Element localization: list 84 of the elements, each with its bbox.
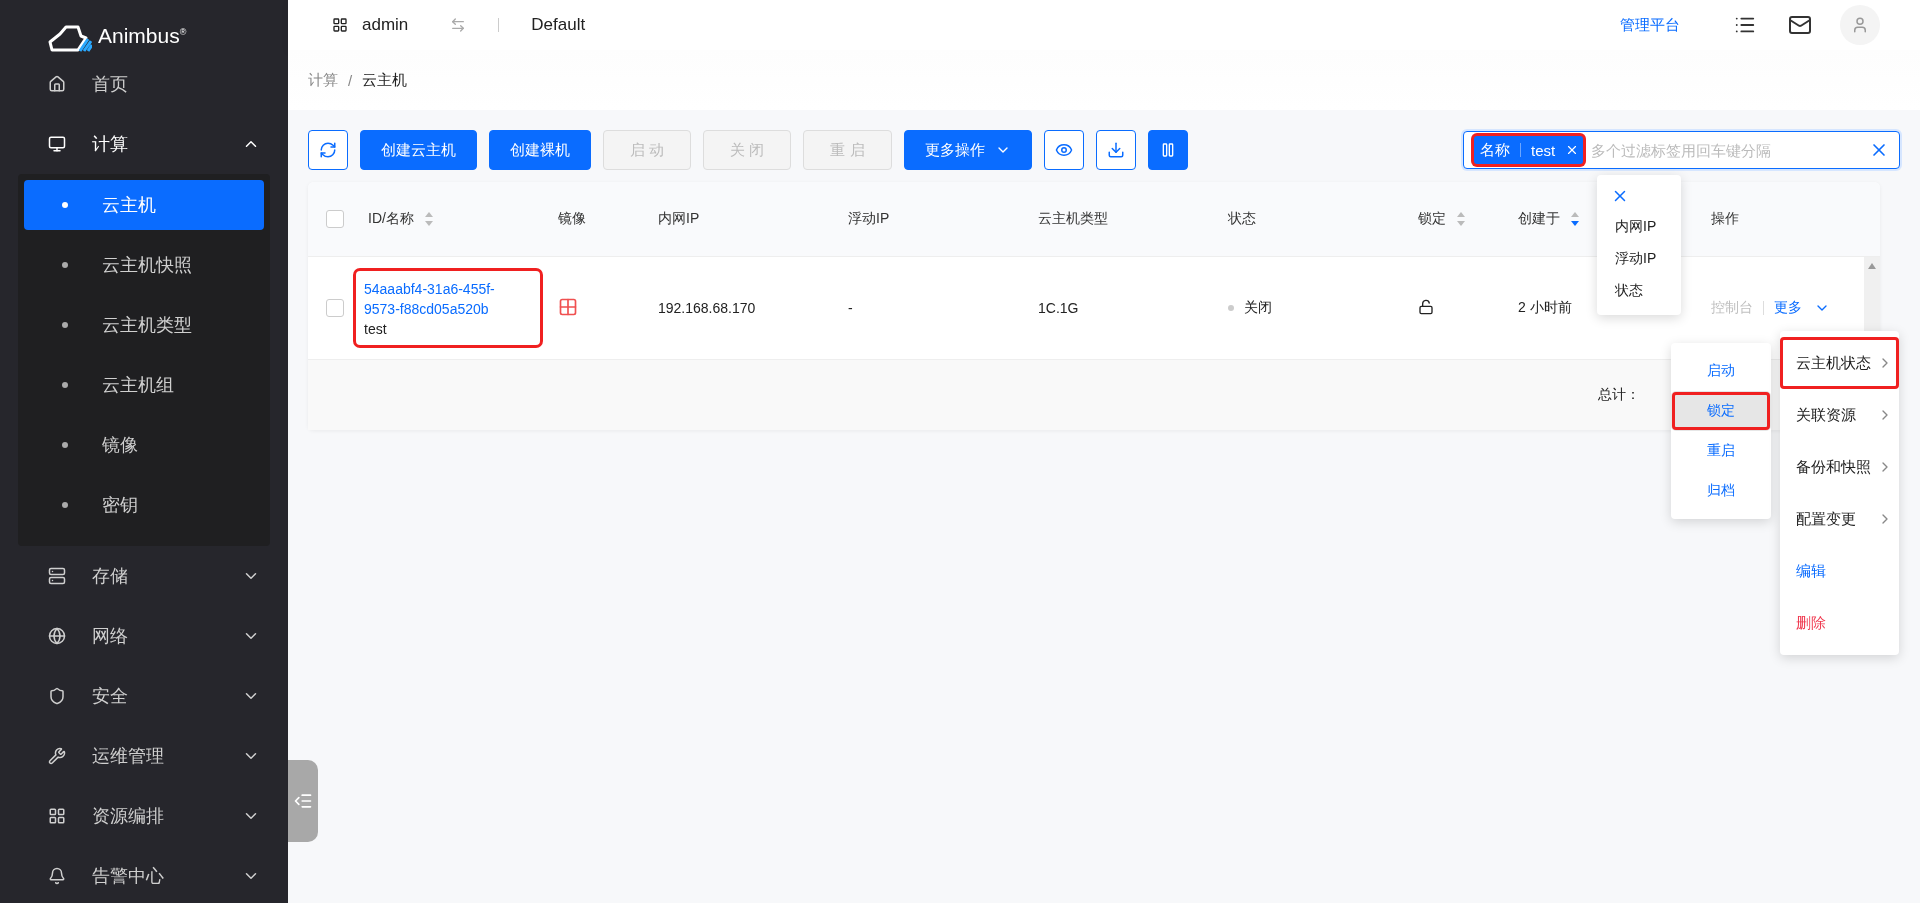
menu-item[interactable]: 关联资源 <box>1780 389 1899 441</box>
sidebar-subitem[interactable]: 云主机类型 <box>24 300 264 350</box>
table-cell-text: 2 小时前 <box>1518 299 1573 317</box>
sidebar-item[interactable]: 计算 <box>0 114 288 174</box>
column-header[interactable]: ID/名称 <box>368 210 414 228</box>
sort-icon[interactable] <box>1570 211 1580 227</box>
view-button[interactable] <box>1043 130 1084 170</box>
column-header: 镜像 <box>558 210 586 228</box>
scroll-up-arrow-icon[interactable] <box>1868 263 1876 269</box>
refresh-icon <box>319 141 337 159</box>
filter-tag[interactable]: 名称 test <box>1474 136 1584 164</box>
submenu-item[interactable]: 启动 <box>1671 351 1771 391</box>
instance-name: test <box>364 321 388 337</box>
sidebar-item-icon <box>48 627 66 645</box>
sidebar-subitem[interactable]: 云主机 <box>24 180 264 230</box>
column-header: 浮动IP <box>848 210 890 228</box>
column-header[interactable]: 创建于 <box>1518 210 1560 228</box>
toolbar-button[interactable]: 创建裸机 <box>489 130 591 170</box>
sidebar-subitem[interactable]: 镜像 <box>24 420 264 470</box>
sidebar-subitem[interactable]: 密钥 <box>24 480 264 530</box>
cloud-logo-icon <box>48 24 92 54</box>
eye-icon <box>1054 141 1073 159</box>
column-header: 操作 <box>1711 210 1739 228</box>
column-header: 状态 <box>1228 210 1256 228</box>
avatar[interactable] <box>1840 5 1880 45</box>
select-all-checkbox[interactable] <box>326 210 344 228</box>
sidebar-item[interactable]: 告警中心 <box>0 846 288 903</box>
refresh-button[interactable] <box>308 130 348 170</box>
sidebar-item[interactable]: 网络 <box>0 606 288 666</box>
breadcrumb-separator: / <box>348 71 353 89</box>
sidebar-subitem[interactable]: 云主机快照 <box>24 240 264 290</box>
sidebar-subitem[interactable]: 云主机组 <box>24 360 264 410</box>
filter-option[interactable]: 内网IP <box>1597 211 1681 243</box>
sidebar-item[interactable]: 存储 <box>0 546 288 606</box>
toolbar-button[interactable]: 创建云主机 <box>360 130 477 170</box>
sidebar-item-icon <box>48 75 66 93</box>
sidebar-item-icon <box>48 807 66 825</box>
column-header: 内网IP <box>658 210 700 228</box>
status-text: 关闭 <box>1244 299 1272 317</box>
menu-item[interactable]: 删除 <box>1780 597 1899 649</box>
row-checkbox[interactable] <box>326 299 344 317</box>
table-cell-text: 192.168.68.170 <box>658 300 757 316</box>
breadcrumb-item[interactable]: 计算 <box>308 70 338 90</box>
sidebar-item-icon <box>48 747 66 765</box>
column-header[interactable]: 锁定 <box>1418 210 1446 228</box>
table-cell-text: 1C.1G <box>1038 300 1080 316</box>
brand-name: Animbus$^{®}$ <box>98 24 187 48</box>
menu-item[interactable]: 配置变更 <box>1780 493 1899 545</box>
admin-platform-link[interactable]: 管理平台 <box>1620 15 1680 35</box>
sidebar-item-icon <box>48 567 66 585</box>
sidebar-item-icon <box>48 867 66 885</box>
collapse-icon <box>293 791 313 811</box>
grid-icon[interactable] <box>332 17 348 33</box>
sidebar-item-icon <box>48 687 66 705</box>
breadcrumb-item: 云主机 <box>362 70 408 90</box>
menu-item[interactable]: 编辑 <box>1780 545 1899 597</box>
project-name[interactable]: admin <box>362 15 409 35</box>
switch-icon[interactable] <box>450 17 467 33</box>
region-name[interactable]: Default <box>531 15 586 35</box>
instance-id-link[interactable]: 54aaabf4-31a6-455f-9573-f88cd05a520b <box>364 279 514 319</box>
image-icon <box>558 296 578 317</box>
registered-mark: ® <box>179 27 187 37</box>
menu-item[interactable]: 备份和快照 <box>1780 441 1899 493</box>
sidebar-item-icon <box>48 135 66 153</box>
sidebar-item[interactable]: 资源编排 <box>0 786 288 846</box>
download-button[interactable] <box>1095 130 1136 170</box>
sidebar-item[interactable]: 安全 <box>0 666 288 726</box>
submenu-item[interactable]: 归档 <box>1671 471 1771 511</box>
download-icon <box>1106 141 1125 159</box>
filter-option[interactable]: 状态 <box>1597 275 1681 307</box>
total-label: 总计： <box>1598 386 1640 404</box>
search-field[interactable]: 名称 test 多个过滤标签用回车键分隔 <box>1463 131 1900 169</box>
mail-icon[interactable] <box>1788 13 1812 37</box>
sidebar-item[interactable]: 运维管理 <box>0 726 288 786</box>
submenu-item[interactable]: 重启 <box>1671 431 1771 471</box>
submenu-item[interactable]: 锁定 <box>1671 391 1771 431</box>
pause-button[interactable] <box>1147 130 1188 170</box>
sidebar-item[interactable]: 首页 <box>0 54 288 114</box>
more-actions-button[interactable]: 更多操作 <box>903 130 1032 170</box>
column-header: 云主机类型 <box>1038 210 1108 228</box>
filter-option[interactable]: 浮动IP <box>1597 243 1681 275</box>
menu-item[interactable]: 云主机状态 <box>1780 337 1899 389</box>
more-link[interactable]: 更多 <box>1774 299 1830 317</box>
table-cell-text: - <box>848 300 854 316</box>
